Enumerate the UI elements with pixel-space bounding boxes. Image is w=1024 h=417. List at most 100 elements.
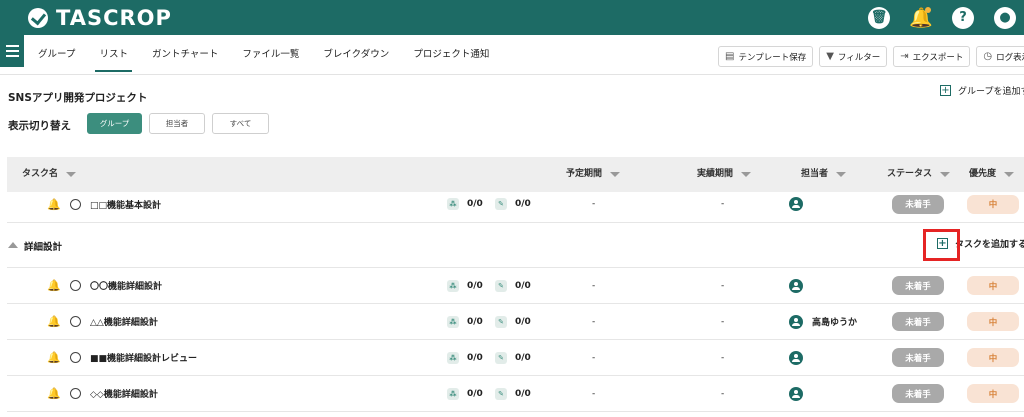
sort-icon: [1004, 172, 1015, 177]
tab-list[interactable]: リスト: [95, 35, 132, 75]
table-row[interactable]: 🔔 □□機能基本設計 ⁂ 0/0 ✎ 0/0 - - 未着手 中: [7, 192, 1024, 223]
avatar[interactable]: [789, 350, 803, 365]
template-save-button[interactable]: ▤ テンプレート保存: [718, 46, 814, 67]
planned-period: -: [592, 388, 596, 399]
file-icon: ✎: [495, 351, 507, 364]
col-task-name[interactable]: タスク名: [22, 157, 77, 192]
actual-period: -: [721, 352, 725, 363]
help-icon[interactable]: ?: [952, 6, 974, 29]
task-name[interactable]: ◇◇機能詳細設計: [90, 387, 158, 400]
subtask-icon: ⁂: [447, 351, 459, 364]
avatar[interactable]: [789, 197, 803, 211]
app-logo[interactable]: TASCROP: [28, 6, 172, 30]
planned-period: -: [592, 352, 596, 363]
view-switch: グループ 担当者 すべて: [87, 113, 269, 134]
sort-icon: [940, 172, 951, 177]
planned-period: -: [592, 280, 596, 291]
col-planned[interactable]: 予定期間: [566, 157, 621, 192]
bell-icon[interactable]: 🔔: [47, 198, 61, 211]
avatar[interactable]: [789, 314, 803, 329]
view-switch-label: 表示切り替え: [8, 120, 71, 132]
notification-dot: [925, 6, 931, 13]
bell-icon[interactable]: 🔔: [47, 279, 61, 292]
bell-icon[interactable]: 🔔: [47, 351, 61, 364]
filter-button[interactable]: ▼ フィルター: [819, 46, 888, 67]
sort-icon: [66, 172, 77, 177]
status-badge[interactable]: 未着手: [892, 276, 944, 295]
tab-group[interactable]: グループ: [38, 35, 75, 75]
file-icon: ✎: [495, 387, 507, 400]
menu-icon[interactable]: [0, 35, 24, 67]
log-button[interactable]: ◷ログ表示: [976, 46, 1024, 67]
status-badge[interactable]: 未着手: [892, 348, 944, 367]
project-title: SNSアプリ開発プロジェクト: [8, 92, 148, 104]
subtask-icon: ⁂: [447, 198, 459, 210]
col-priority[interactable]: 優先度: [969, 157, 1015, 192]
bell-icon[interactable]: 🔔: [909, 6, 933, 29]
bell-icon[interactable]: 🔔: [47, 315, 61, 328]
filter-icon: ▼: [826, 51, 834, 62]
file-icon: ✎: [495, 198, 507, 210]
export-icon: ⇥: [900, 51, 909, 62]
logo-text: TASCROP: [56, 5, 172, 30]
group-row: 詳細設計 + タスクを追加する: [7, 223, 1024, 268]
priority-badge[interactable]: 中: [967, 276, 1019, 295]
add-group-button[interactable]: + グループを追加す: [940, 84, 1024, 97]
collapse-icon[interactable]: [8, 242, 18, 248]
group-name[interactable]: 詳細設計: [24, 239, 62, 253]
avatar[interactable]: [789, 278, 803, 293]
complete-radio[interactable]: [70, 388, 81, 399]
col-assignee[interactable]: 担当者: [801, 157, 847, 192]
tab-project-notify[interactable]: プロジェクト通知: [413, 35, 489, 75]
complete-radio[interactable]: [70, 316, 81, 327]
sort-icon: [836, 172, 847, 177]
avatar[interactable]: [789, 386, 803, 401]
sort-icon: [610, 172, 621, 177]
status-badge[interactable]: 未着手: [892, 384, 944, 403]
actual-period: -: [721, 280, 725, 291]
template-icon: ▤: [725, 51, 735, 62]
priority-badge[interactable]: 中: [967, 312, 1019, 331]
switch-group[interactable]: グループ: [87, 113, 142, 134]
table-row[interactable]: 🔔 〇〇機能詳細設計 ⁂ 0/0 ✎ 0/0- - 未着手中: [7, 268, 1024, 304]
highlight-box: [923, 229, 960, 261]
subtask-icon: ⁂: [447, 387, 459, 400]
switch-assignee[interactable]: 担当者: [149, 113, 205, 134]
actual-period: -: [721, 316, 725, 327]
sub-navigation: グループ リスト ガントチャート ファイル一覧 ブレイクダウン プロジェクト通知…: [0, 35, 1024, 75]
complete-radio[interactable]: [70, 280, 81, 291]
task-name[interactable]: □□機能基本設計: [90, 198, 161, 211]
actual-period: -: [721, 388, 725, 399]
subtask-icon: ⁂: [447, 315, 459, 328]
bell-icon[interactable]: 🔔: [47, 387, 61, 400]
complete-radio[interactable]: [70, 352, 81, 363]
priority-badge[interactable]: 中: [967, 384, 1019, 403]
table-row[interactable]: 🔔 △△機能詳細設計 ⁂ 0/0 ✎ 0/0- - 高島ゆうか 未着手中: [7, 304, 1024, 340]
status-badge[interactable]: 未着手: [892, 194, 944, 214]
file-icon: ✎: [495, 315, 507, 328]
task-name[interactable]: ■■機能詳細設計レビュー: [90, 351, 197, 364]
export-button[interactable]: ⇥ エクスポート: [893, 46, 971, 67]
tab-gantt[interactable]: ガントチャート: [152, 35, 218, 75]
sort-icon: [741, 172, 752, 177]
priority-badge[interactable]: 中: [967, 194, 1019, 214]
file-icon: ✎: [495, 279, 507, 292]
switch-all[interactable]: すべて: [212, 113, 269, 134]
trash-icon[interactable]: 🗑: [868, 6, 890, 29]
col-status[interactable]: ステータス: [887, 157, 951, 192]
user-icon[interactable]: ●: [994, 6, 1016, 29]
table-row[interactable]: 🔔 ◇◇機能詳細設計 ⁂ 0/0 ✎ 0/0- - 未着手中: [7, 376, 1024, 412]
table-row[interactable]: 🔔 ■■機能詳細設計レビュー ⁂ 0/0 ✎ 0/0- - 未着手中: [7, 340, 1024, 376]
complete-radio[interactable]: [70, 198, 81, 210]
col-actual[interactable]: 実績期間: [697, 157, 752, 192]
planned-period: -: [592, 316, 596, 327]
logo-check-icon: [28, 7, 48, 28]
subtask-icon: ⁂: [447, 279, 459, 292]
task-name[interactable]: △△機能詳細設計: [90, 315, 158, 328]
status-badge[interactable]: 未着手: [892, 312, 944, 331]
task-name[interactable]: 〇〇機能詳細設計: [90, 279, 162, 292]
tab-files[interactable]: ファイル一覧: [242, 35, 299, 75]
tab-breakdown[interactable]: ブレイクダウン: [323, 35, 389, 75]
priority-badge[interactable]: 中: [967, 348, 1019, 367]
table-header: タスク名 予定期間 実績期間 担当者 ステータス 優先度: [7, 157, 1024, 192]
